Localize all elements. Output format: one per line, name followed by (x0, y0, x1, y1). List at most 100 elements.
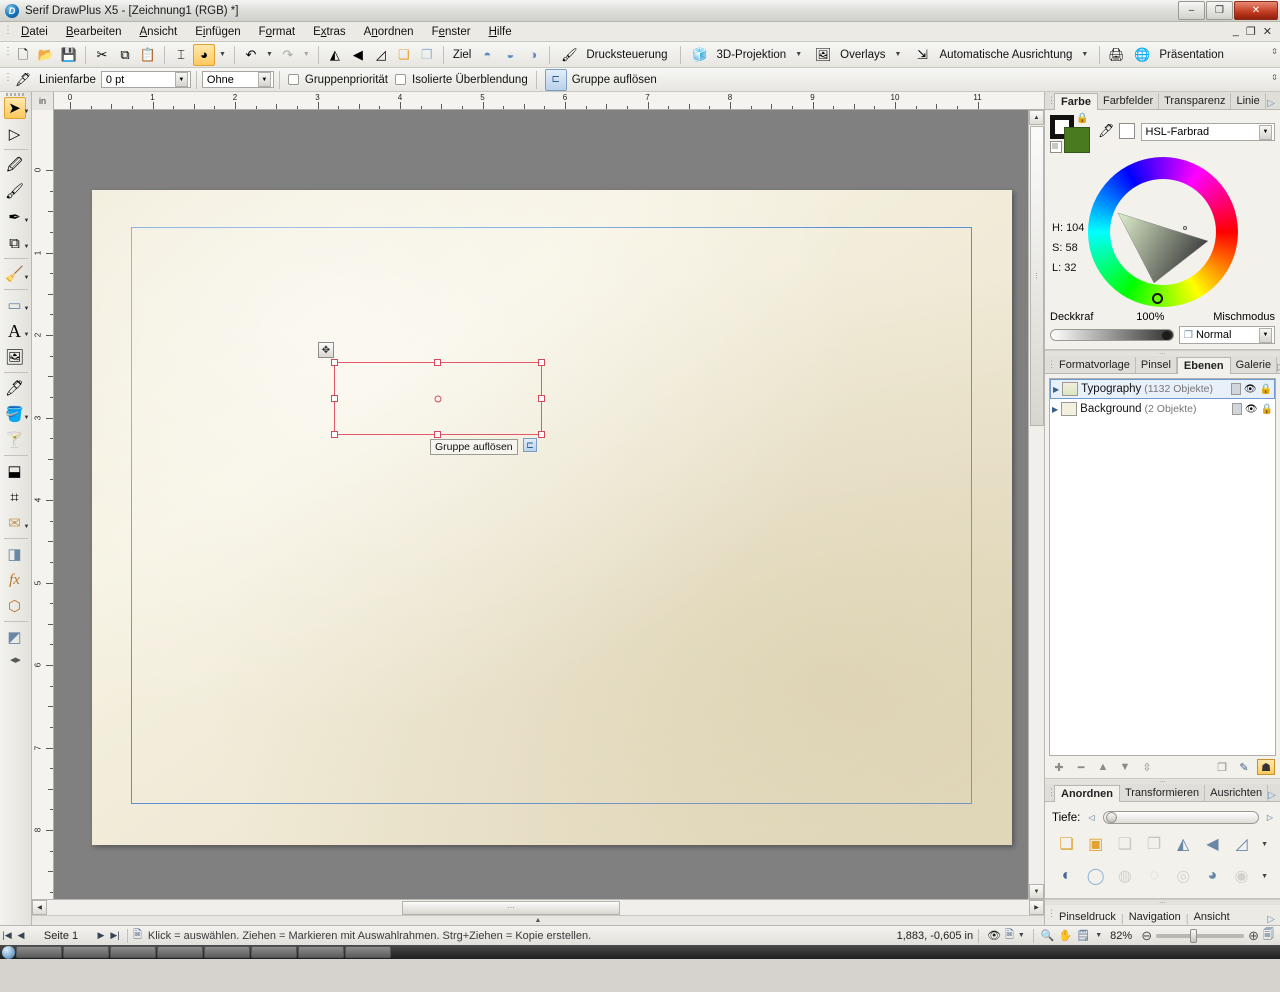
blend-tool[interactable]: ◨ (1, 541, 31, 567)
add-shapes-button[interactable]: ◐ (1054, 863, 1079, 889)
line-style-combo[interactable]: Ohne ▼ (201, 71, 274, 88)
close-button[interactable]: ✕ (1234, 1, 1278, 20)
inner-close-button[interactable]: ✕ (1263, 25, 1272, 38)
tabs-overflow-icon[interactable]: ▷ (1267, 914, 1280, 925)
envelope-tool[interactable]: ✉ ▼ (1, 510, 31, 536)
menu-item-ansicht[interactable]: Ansicht (131, 24, 187, 40)
bring-to-front-button[interactable]: ❏ (1054, 831, 1079, 857)
taskbar-item-7[interactable] (298, 946, 344, 958)
divide-shapes-button[interactable]: ◎ (1171, 863, 1196, 889)
target-subtract-icon[interactable]: ◒ (499, 44, 521, 66)
move-layer-up-button[interactable]: ▲ (1094, 759, 1112, 775)
target-intersect-icon[interactable]: ◑ (522, 44, 544, 66)
text-tool[interactable]: A ▼ (1, 318, 31, 344)
group-priority-checkbox[interactable]: Gruppenpriorität (285, 69, 391, 91)
resize-handle-s[interactable] (434, 431, 441, 438)
minimize-button[interactable]: – (1178, 1, 1205, 20)
subtract-shapes-button[interactable]: ◯ (1083, 863, 1108, 889)
crop-shapes-button[interactable]: ◕ (1200, 863, 1225, 889)
flip-vertical-button[interactable]: ◀ (1200, 831, 1225, 857)
vertical-ruler[interactable]: 012345678 (32, 110, 54, 899)
move-icon[interactable]: ✥ (318, 342, 334, 358)
layer-row-background[interactable]: ▶ Background (2 Objekte) 👁 🔒 (1050, 399, 1275, 419)
taskbar-item-4[interactable] (157, 946, 203, 958)
pointer-tool[interactable]: ➤ ▼ (1, 95, 31, 121)
none-color-swatch[interactable] (1118, 123, 1135, 139)
tab-galerie[interactable]: Galerie (1231, 357, 1278, 373)
depth-increase-icon[interactable]: ▷ (1267, 813, 1273, 822)
tab-transparenz[interactable]: Transparenz (1159, 93, 1232, 109)
fill-color-swatch[interactable] (1064, 127, 1090, 153)
maximize-button[interactable]: ❐ (1206, 1, 1233, 20)
color-swatches[interactable]: 🔒 (1050, 113, 1092, 153)
lock-icon[interactable]: 🔒 (1076, 113, 1088, 124)
node-tool[interactable]: ▷ (1, 121, 31, 147)
chevron-down-icon[interactable]: ▼ (24, 415, 30, 421)
resize-handle-ne[interactable] (538, 359, 545, 366)
inner-minimize-button[interactable]: _ (1233, 25, 1239, 38)
send-to-back-button[interactable]: ❐ (1141, 831, 1166, 857)
extrude-tool[interactable]: ⬡ (1, 593, 31, 619)
menu-item-fenster[interactable]: Fenster (423, 24, 480, 40)
zoom-slider[interactable] (1156, 928, 1245, 943)
chevron-down-icon[interactable]: ▼ (300, 51, 313, 58)
dinosaur-typography-artwork[interactable] (92, 190, 1012, 845)
move-layer-down-button[interactable]: ▼ (1116, 759, 1134, 775)
picture-tool[interactable]: 🖼 (1, 344, 31, 370)
target-add-icon[interactable]: ◓ (476, 44, 498, 66)
format-painter-icon[interactable]: ⌶ (170, 44, 192, 66)
rotation-center-handle[interactable] (434, 395, 442, 402)
color-mode-combo[interactable]: HSL-Farbrad ▼ (1140, 123, 1275, 141)
tabs-overflow-icon[interactable]: ▷ (1268, 790, 1280, 801)
canvas[interactable]: ✥ Gruppe auflösen ⊏ (54, 110, 1028, 899)
copy-icon[interactable]: ⧉ (114, 44, 136, 66)
new-icon[interactable]: 🗋 (12, 44, 34, 66)
resize-handle-w[interactable] (331, 394, 338, 402)
fill-tool[interactable]: 🪣 ▼ (1, 401, 31, 427)
depth-slider[interactable] (1102, 811, 1259, 824)
blend-mode-combo[interactable]: ❐ Normal ▼ (1179, 326, 1275, 344)
eyedropper-icon[interactable]: 🖊 (1098, 123, 1115, 139)
taskbar-item-6[interactable] (251, 946, 297, 958)
chevron-down-icon[interactable]: ▼ (216, 51, 229, 58)
tab-navigation[interactable]: Navigation (1124, 909, 1186, 925)
lock-icon[interactable]: 🔒 (1260, 384, 1272, 395)
chevron-down-icon[interactable]: ▼ (24, 306, 30, 312)
perspective-tool[interactable]: ⬓ (1, 458, 31, 484)
tab-farbe[interactable]: Farbe (1054, 93, 1098, 110)
chevron-down-icon[interactable]: ▼ (792, 51, 805, 58)
chevron-down-icon[interactable]: ▼ (24, 244, 30, 250)
pan-tool-icon[interactable]: ✋ (1057, 929, 1075, 942)
add-layer-button[interactable]: ✚ (1050, 759, 1068, 775)
chevron-down-icon[interactable]: ▼ (174, 72, 188, 87)
line-color-icon[interactable]: 🖋 (12, 69, 34, 91)
layer-properties-button[interactable]: ☗ (1257, 759, 1275, 775)
send-backward-button[interactable]: ❏ (1112, 831, 1137, 857)
3d-projection-button[interactable]: 🧊 3D-Projektion ▼ (686, 44, 809, 66)
previous-page-button[interactable]: ◀ (14, 930, 28, 941)
horizontal-scroll-thumb[interactable]: ⋯ (402, 900, 620, 915)
tab-pinseldruck[interactable]: Pinseldruck (1054, 909, 1121, 925)
layer-print-toggle[interactable] (1231, 403, 1242, 415)
new-page-icon[interactable]: 🗎 (133, 926, 142, 945)
tab-pinsel[interactable]: Pinsel (1136, 357, 1177, 373)
horizontal-scrollbar[interactable]: ◀ ⋯ ▶ (32, 899, 1044, 915)
tab-ausrichten[interactable]: Ausrichten (1205, 785, 1269, 801)
flip-horizontal-icon[interactable]: ◭ (324, 44, 346, 66)
redo-icon[interactable]: ↷ (277, 44, 299, 66)
chevron-down-icon[interactable]: ▼ (24, 218, 30, 224)
print-control-button[interactable]: 🖌 Drucksteuerung (555, 44, 674, 66)
chevron-down-icon[interactable]: ▼ (1092, 932, 1105, 939)
resize-handle-se[interactable] (538, 431, 545, 438)
tabs-overflow-icon[interactable]: ▷ (1267, 98, 1280, 109)
exclude-shapes-button[interactable]: ◌ (1141, 863, 1166, 889)
bring-forward-button[interactable]: ▣ (1083, 831, 1108, 857)
menu-item-format[interactable]: Format (250, 24, 304, 40)
tab-linie[interactable]: Linie (1231, 93, 1266, 109)
line-width-combo[interactable]: 0 pt ▼ (100, 71, 191, 88)
tab-ebenen[interactable]: Ebenen (1176, 357, 1231, 374)
isolated-blend-checkbox[interactable]: Isolierte Überblendung (392, 69, 531, 91)
tab-ansicht[interactable]: Ansicht (1189, 909, 1235, 925)
chevron-down-icon[interactable]: ▼ (1259, 124, 1272, 140)
tab-formatvorlage[interactable]: Formatvorlage (1054, 357, 1136, 373)
